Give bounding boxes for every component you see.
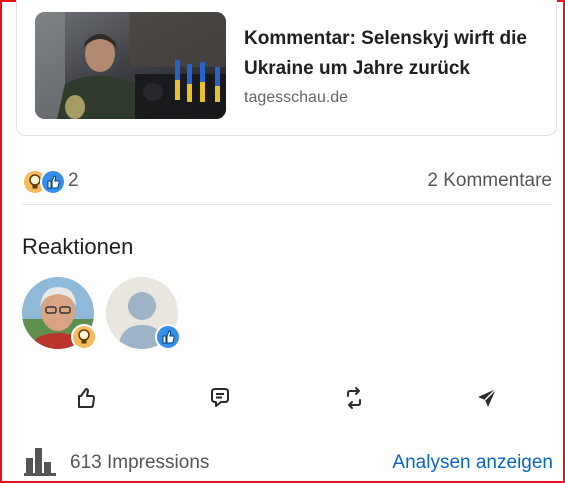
repost-button[interactable]: [338, 382, 370, 414]
repost-icon: [347, 387, 361, 409]
article-title[interactable]: Kommentar: Selenskyj wirft die Ukraine u…: [244, 24, 544, 84]
article-thumbnail[interactable]: [35, 12, 226, 119]
send-icon: [478, 388, 497, 407]
like-icon: [78, 388, 95, 408]
like-badge-icon: [155, 324, 181, 350]
social-counts-row: 2 2 Kommentare: [22, 168, 552, 195]
send-button[interactable]: [471, 382, 503, 414]
divider: [22, 204, 552, 205]
comments-count-link[interactable]: 2 Kommentare: [427, 170, 552, 192]
comment-icon: [211, 388, 229, 407]
like-button[interactable]: [69, 382, 101, 414]
reactions-heading: Reaktionen: [22, 234, 134, 259]
view-analytics-link[interactable]: Analysen anzeigen: [392, 452, 553, 474]
insightful-badge-icon: [71, 324, 97, 350]
reaction-icons[interactable]: [22, 169, 66, 195]
like-thumb-icon: [40, 169, 66, 195]
comment-button[interactable]: [204, 382, 236, 414]
bar-chart-icon: [24, 446, 58, 476]
article-domain: tagesschau.de: [244, 89, 349, 106]
reaction-count[interactable]: 2: [68, 170, 79, 192]
impressions-count: 613 Impressions: [70, 452, 210, 473]
